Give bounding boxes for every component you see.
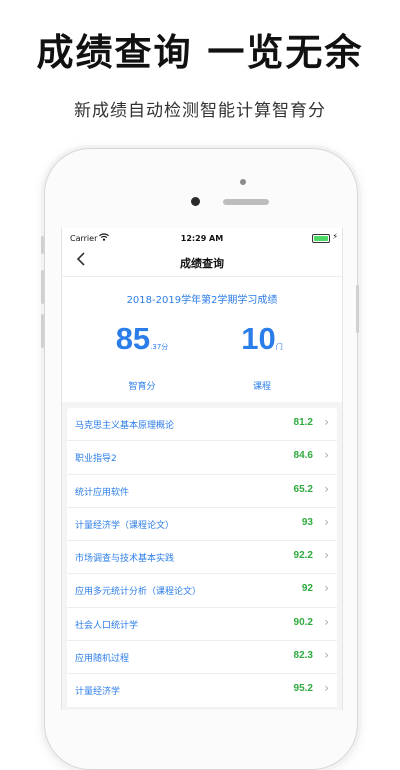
score-summary: 2018-2019学年第2学期学习成绩 85.37分 智育分 10门 课程 (62, 277, 342, 402)
chevron-right-icon: › (324, 481, 329, 496)
volume-up-button (41, 270, 44, 304)
promo-title: 成绩查询 一览无余 (36, 31, 364, 74)
course-score: 65.2 (293, 483, 313, 495)
course-name: 职业指导2 (75, 454, 117, 465)
course-score: 92 (301, 583, 313, 595)
list-item[interactable]: 应用随机过程 82.3 › (67, 641, 337, 675)
course-name: 统计应用软件 (75, 487, 130, 498)
chevron-right-icon: › (324, 415, 329, 429)
chevron-right-icon: › (324, 648, 329, 663)
course-count-label: 课程 (252, 382, 271, 392)
charging-icon: ⚡ (332, 232, 338, 241)
course-score: 81.2 (293, 417, 313, 428)
list-item[interactable]: 市场调查与技术基本实践 92.2 › (67, 541, 337, 575)
list-item[interactable]: 马克思主义基本原理概论 81.2 › (67, 408, 337, 442)
battery-icon (312, 234, 330, 243)
term-label: 2018-2019学年第2学期学习成绩 (126, 295, 278, 306)
course-name: 应用多元统计分析（课程论文） (75, 587, 202, 598)
page-title: 成绩查询 (180, 257, 224, 270)
course-name: 应用随机过程 (75, 654, 130, 665)
chevron-right-icon: › (324, 681, 329, 696)
list-item[interactable]: 计量经济学（课程论文） 93 › (67, 508, 337, 542)
course-name: 马克思主义基本原理概论 (75, 421, 175, 431)
course-score: 93 (301, 516, 313, 528)
course-list: 马克思主义基本原理概论 81.2 › 职业指导2 84.6 › 统计应用软件 65.2 › … (67, 408, 337, 708)
list-item[interactable]: 统计应用软件 65.2 › (67, 475, 337, 508)
gpa-unit: .37分 (150, 343, 169, 351)
course-count-value: 10 (241, 321, 276, 356)
chevron-right-icon: › (324, 448, 329, 463)
promo-subtitle: 新成绩自动检测智能计算智育分 (74, 101, 326, 121)
list-item[interactable]: 应用多元统计分析（课程论文） 92 › (67, 574, 337, 608)
course-count-stat: 10门 课程 (202, 321, 322, 392)
nav-bar: 成绩查询 (62, 248, 342, 277)
status-time: 12:29 AM (180, 234, 224, 243)
course-name: 市场调查与技术基本实践 (75, 554, 175, 565)
course-score: 84.6 (293, 450, 313, 462)
list-item[interactable]: 职业指导2 84.6 › (67, 441, 337, 475)
chevron-right-icon: › (324, 581, 329, 596)
course-name: 计量经济学 (75, 687, 121, 698)
course-score: 92.2 (293, 550, 313, 562)
status-bar: Carrier 12:29 AM ⚡ (62, 228, 342, 248)
mute-switch (41, 236, 44, 254)
list-item[interactable]: 计量经济学 95.2 › (67, 674, 337, 708)
course-count-unit: 门 (275, 343, 283, 351)
volume-down-button (41, 314, 44, 348)
camera-icon (191, 197, 200, 206)
power-button (356, 285, 359, 333)
list-item[interactable]: 社会人口统计学 90.2 › (67, 608, 337, 642)
course-score: 90.2 (293, 616, 313, 628)
gpa-label: 智育分 (128, 382, 156, 392)
course-score: 82.3 (293, 650, 313, 662)
course-name: 社会人口统计学 (75, 620, 139, 631)
course-score: 95.2 (293, 683, 313, 695)
chevron-right-icon: › (324, 614, 329, 629)
app-screen: Carrier 12:29 AM ⚡ 成绩查询 2018-2019学年第2学期学… (61, 228, 343, 710)
gpa-stat: 85.37分 智育分 (82, 321, 202, 392)
chevron-right-icon: › (324, 514, 329, 529)
sensor-icon (240, 179, 246, 185)
speaker-grille (223, 199, 269, 205)
chevron-right-icon: › (324, 548, 329, 563)
gpa-value: 85 (115, 321, 151, 356)
course-name: 计量经济学（课程论文） (75, 520, 175, 531)
